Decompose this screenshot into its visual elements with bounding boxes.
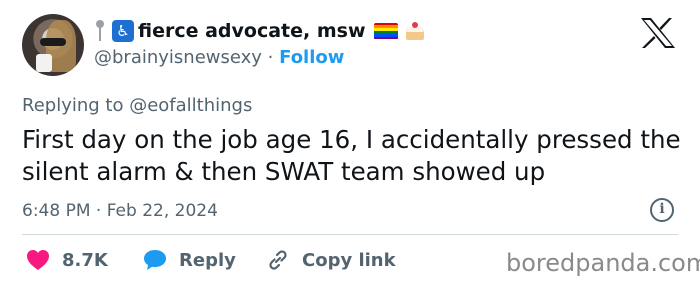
watermark: boredpanda.com: [506, 249, 700, 277]
like-button[interactable]: 8.7K: [26, 245, 108, 275]
avatar[interactable]: [22, 14, 84, 76]
follow-button[interactable]: Follow: [279, 47, 344, 68]
replying-prefix: Replying to: [22, 95, 130, 116]
handle-separator: ·: [261, 47, 280, 68]
author-name-row[interactable]: ♿ fierce advocate, msw: [94, 18, 425, 44]
reply-mention-link[interactable]: @eofallthings: [129, 95, 252, 116]
divider: [22, 234, 678, 235]
display-name[interactable]: fierce advocate, msw: [138, 20, 366, 42]
rainbow-flag-icon: [373, 22, 398, 40]
avatar-glasses: [40, 38, 66, 46]
like-count: 8.7K: [62, 249, 108, 271]
handle-row: @brainyisnewsexy · Follow: [94, 47, 344, 68]
accessibility-icon: ♿: [112, 20, 134, 42]
reply-label: Reply: [179, 249, 236, 271]
reply-button[interactable]: Reply: [143, 245, 236, 275]
cake-icon: [405, 21, 425, 41]
copy-link-label: Copy link: [302, 249, 396, 271]
avatar-cup: [36, 54, 52, 72]
user-handle[interactable]: @brainyisnewsexy: [94, 47, 262, 68]
tweet-timestamp[interactable]: 6:48 PM · Feb 22, 2024: [22, 201, 218, 221]
speech-bubble-icon: [144, 250, 166, 270]
copy-link-button[interactable]: Copy link: [266, 245, 396, 275]
heart-icon: [27, 250, 49, 270]
info-icon[interactable]: i: [650, 198, 674, 222]
replying-to: Replying to @eofallthings: [22, 95, 252, 116]
tweet-text: First day on the job age 16, I accidenta…: [22, 125, 681, 186]
x-logo-icon[interactable]: [639, 17, 677, 49]
pin-icon: [94, 20, 106, 42]
link-icon: [269, 250, 287, 270]
